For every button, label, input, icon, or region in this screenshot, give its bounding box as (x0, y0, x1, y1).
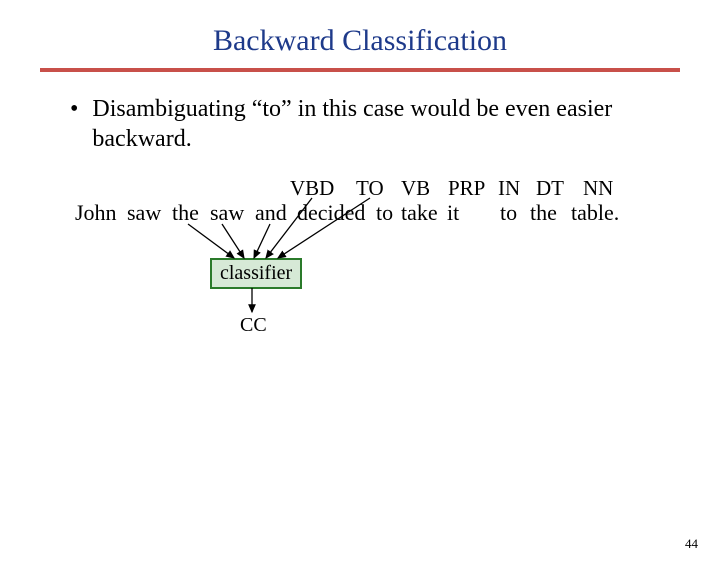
word-saw-1: saw (127, 200, 161, 226)
word-john: John (75, 200, 117, 226)
word-saw-2: saw (210, 200, 244, 226)
word-it: it (447, 200, 459, 226)
slide-title: Backward Classification (0, 24, 720, 58)
title-underline (40, 68, 680, 72)
word-table: table. (571, 200, 619, 226)
diagram-area: VBD TO VB PRP IN DT NN John saw the saw … (0, 176, 720, 376)
word-to-2: to (500, 200, 517, 226)
tag-prp: PRP (448, 176, 485, 201)
classifier-box: classifier (210, 258, 302, 289)
tag-to: TO (356, 176, 384, 201)
bullet-item: • Disambiguating “to” in this case would… (70, 94, 660, 154)
tag-nn: NN (583, 176, 613, 201)
bullet-list: • Disambiguating “to” in this case would… (70, 94, 660, 154)
word-take: take (401, 200, 438, 226)
tag-dt: DT (536, 176, 564, 201)
bullet-dot: • (70, 94, 78, 154)
tag-vbd: VBD (290, 176, 334, 201)
word-to-1: to (376, 200, 393, 226)
bullet-text: Disambiguating “to” in this case would b… (92, 94, 660, 154)
word-the-2: the (530, 200, 557, 226)
tag-in: IN (498, 176, 520, 201)
word-the-1: the (172, 200, 199, 226)
word-and: and (255, 200, 287, 226)
output-cc: CC (240, 314, 267, 337)
tag-vb: VB (401, 176, 430, 201)
word-decided: decided (297, 200, 365, 226)
page-number: 44 (685, 536, 698, 552)
